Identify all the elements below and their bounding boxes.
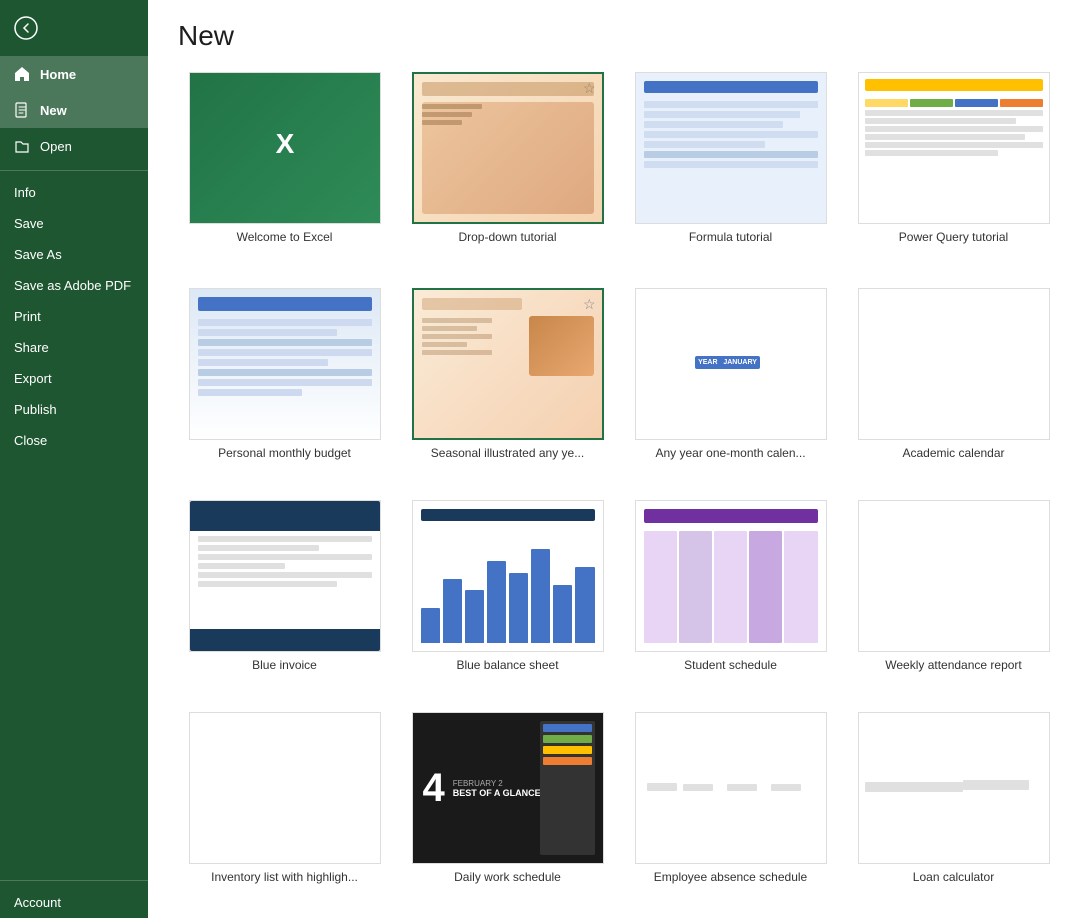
template-card-weekly[interactable]: Weekly attendance report (847, 500, 1060, 672)
sidebar-menu-export[interactable]: Export (0, 363, 148, 394)
template-card-daily[interactable]: 4 FEBRUARY 2 BEST OF A GLANCE Daily work… (401, 712, 614, 884)
template-thumb-loan (858, 712, 1050, 864)
star2-icon[interactable]: ☆ (583, 296, 596, 313)
template-label-balance: Blue balance sheet (456, 658, 558, 672)
template-row-1: Personal monthly budget ☆ Seasonal illus… (178, 288, 1060, 480)
template-label-powerquery: Power Query tutorial (899, 230, 1008, 244)
template-card-employee[interactable]: Employee absence schedule (624, 712, 837, 884)
sidebar-item-new-label: New (40, 103, 67, 118)
template-card-welcome[interactable]: X Welcome to Excel (178, 72, 391, 244)
sidebar-menu-publish[interactable]: Publish (0, 394, 148, 425)
new-icon (14, 102, 30, 118)
sidebar-menu-save[interactable]: Save (0, 208, 148, 239)
sidebar-menu-saveas[interactable]: Save As (0, 239, 148, 270)
template-label-invoice: Blue invoice (252, 658, 317, 672)
template-label-formula: Formula tutorial (689, 230, 772, 244)
home-icon (14, 66, 30, 82)
template-label-seasonal: Seasonal illustrated any ye... (431, 446, 584, 460)
template-label-anyyear: Any year one-month calen... (655, 446, 805, 460)
template-label-weekly: Weekly attendance report (885, 658, 1022, 672)
template-label-daily: Daily work schedule (454, 870, 561, 884)
template-card-powerquery[interactable]: Power Query tutorial (847, 72, 1060, 244)
svg-text:X: X (275, 128, 294, 159)
sidebar-item-new[interactable]: New (0, 92, 148, 128)
template-card-anyyear[interactable]: YEAR JANUARY Any year one-month calen... (624, 288, 837, 460)
template-card-balance[interactable]: Blue balance sheet (401, 500, 614, 672)
template-label-student: Student schedule (684, 658, 777, 672)
sidebar-item-open[interactable]: Open (0, 128, 148, 164)
open-icon (14, 138, 30, 154)
template-thumb-powerquery (858, 72, 1050, 224)
template-thumb-daily: 4 FEBRUARY 2 BEST OF A GLANCE (412, 712, 604, 864)
template-card-invoice[interactable]: Blue invoice (178, 500, 391, 672)
template-thumb-balance (412, 500, 604, 652)
page-title: New (178, 20, 1060, 52)
template-card-academic[interactable]: Academic calendar (847, 288, 1060, 460)
template-thumb-weekly (858, 500, 1050, 652)
template-label-employee: Employee absence schedule (654, 870, 807, 884)
template-thumb-welcome: X (189, 72, 381, 224)
sidebar-menu-print[interactable]: Print (0, 301, 148, 332)
template-label-inventory: Inventory list with highligh... (211, 870, 358, 884)
welcome-excel-icon: X (245, 118, 325, 178)
template-thumb-employee (635, 712, 827, 864)
template-card-inventory[interactable]: Inventory list with highligh... (178, 712, 391, 884)
sidebar-menu-share[interactable]: Share (0, 332, 148, 363)
sidebar-menu-account[interactable]: Account (0, 887, 148, 918)
template-card-dropdown[interactable]: ☆ Drop-down tutorial (401, 72, 614, 244)
template-label-budget: Personal monthly budget (218, 446, 351, 460)
sidebar-item-home-label: Home (40, 67, 76, 82)
sidebar-item-open-label: Open (40, 139, 72, 154)
featured-row: X Welcome to Excel ☆ Drop-down tutorial (178, 72, 1060, 264)
template-card-formula[interactable]: Formula tutorial (624, 72, 837, 244)
template-card-budget[interactable]: Personal monthly budget (178, 288, 391, 460)
back-button[interactable] (0, 0, 148, 56)
template-row-3: Inventory list with highligh... 4 FEBRUA… (178, 712, 1060, 904)
template-thumb-academic (858, 288, 1050, 440)
sidebar-menu-info[interactable]: Info (0, 177, 148, 208)
template-card-student[interactable]: Student schedule (624, 500, 837, 672)
template-thumb-dropdown: ☆ (412, 72, 604, 224)
sidebar: Home New Open Info Save Save As Save as … (0, 0, 148, 918)
sidebar-menu-close[interactable]: Close (0, 425, 148, 456)
sidebar-menu-savepdf[interactable]: Save as Adobe PDF (0, 270, 148, 301)
template-thumb-anyyear: YEAR JANUARY (635, 288, 827, 440)
template-label-welcome: Welcome to Excel (237, 230, 333, 244)
template-label-loan: Loan calculator (913, 870, 994, 884)
template-card-seasonal[interactable]: ☆ Seasonal illustrated any ye... (401, 288, 614, 460)
template-thumb-seasonal: ☆ (412, 288, 604, 440)
main-content: New X Welcome to Excel ☆ (148, 0, 1090, 918)
sidebar-item-home[interactable]: Home (0, 56, 148, 92)
template-card-loan[interactable]: Loan calculator (847, 712, 1060, 884)
template-thumb-inventory (189, 712, 381, 864)
template-thumb-student (635, 500, 827, 652)
back-arrow-icon (14, 16, 38, 40)
template-row-2: Blue invoice Blue balance sheet (178, 500, 1060, 692)
template-label-academic: Academic calendar (902, 446, 1004, 460)
template-thumb-budget (189, 288, 381, 440)
template-thumb-invoice (189, 500, 381, 652)
template-label-dropdown: Drop-down tutorial (458, 230, 556, 244)
template-thumb-formula (635, 72, 827, 224)
